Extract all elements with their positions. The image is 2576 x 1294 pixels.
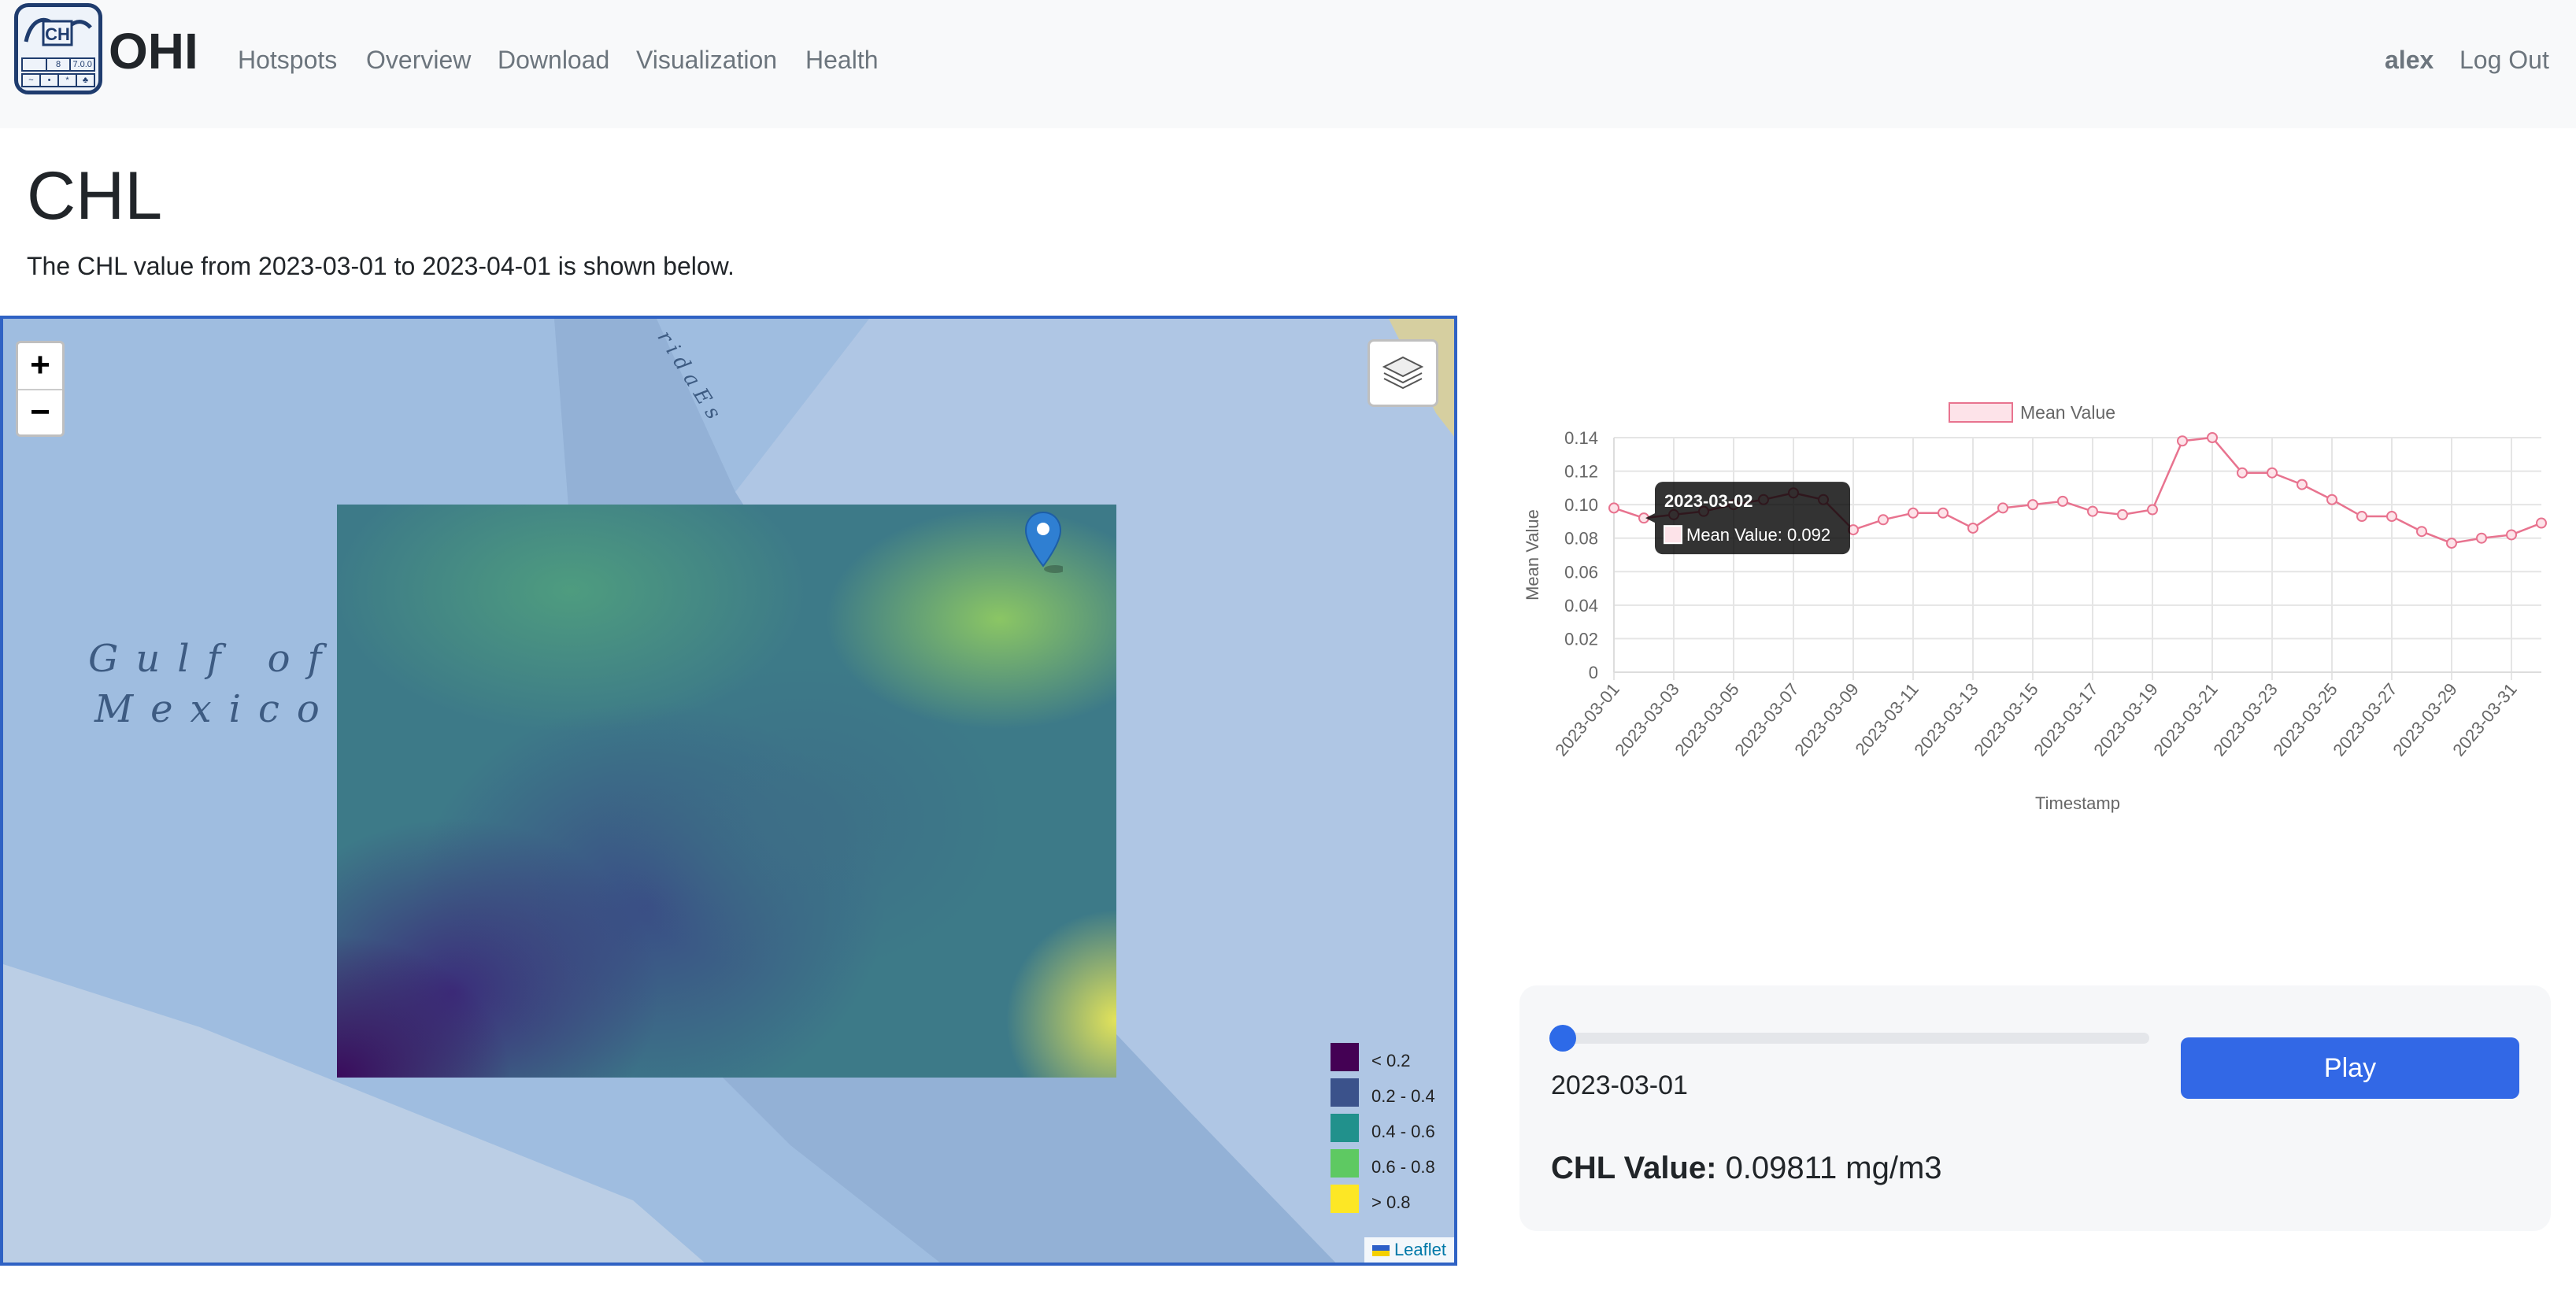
layers-button[interactable] (1368, 339, 1438, 407)
layers-icon (1382, 356, 1424, 390)
ohi-logo[interactable]: CH 8 7.0.0 ~ • * ♣ (14, 3, 102, 94)
legend-swatch (1331, 1149, 1359, 1178)
y-tick-label: 0.10 (1564, 495, 1598, 515)
data-point (1967, 522, 1978, 534)
y-axis-label: Mean Value (1523, 509, 1542, 601)
logo-icon-row: ~ • * ♣ (21, 73, 95, 87)
legend-row: 0.6 - 0.8 (1331, 1148, 1435, 1183)
data-point (2057, 495, 2068, 507)
mean-value-chart[interactable]: 00.020.040.060.080.100.120.142023-03-012… (1512, 386, 2551, 826)
page-title: CHL (27, 158, 163, 234)
data-point (2446, 538, 2457, 549)
legend-row: 0.2 - 0.4 (1331, 1077, 1435, 1112)
legend-label: < 0.2 (1371, 1051, 1411, 1070)
data-point (1878, 514, 1889, 526)
page-description: The CHL value from 2023-03-01 to 2023-04… (27, 252, 735, 280)
y-tick-label: 0.12 (1564, 462, 1598, 482)
zoom-control: + − (16, 341, 65, 437)
y-tick-label: 0.14 (1564, 428, 1598, 448)
chl-value-label: CHL Value: (1551, 1151, 1717, 1185)
map-attribution[interactable]: Leaflet (1364, 1237, 1454, 1263)
data-point (2177, 435, 2188, 447)
user-name: alex (2385, 46, 2434, 74)
nav-visualization[interactable]: Visualization (636, 46, 777, 75)
data-point (1908, 507, 1919, 519)
data-point (2117, 508, 2128, 520)
data-point (2237, 467, 2248, 479)
legend-swatch (1331, 1185, 1359, 1213)
zoom-in-button[interactable]: + (18, 343, 62, 390)
date-slider-thumb[interactable] (1549, 1025, 1576, 1052)
data-point (2147, 504, 2158, 516)
data-point (2207, 432, 2218, 443)
map-pin-icon[interactable] (1023, 511, 1063, 577)
tooltip-title: 2023-03-02 (1664, 491, 1753, 511)
nav-download[interactable]: Download (498, 46, 609, 75)
nav-health[interactable]: Health (805, 46, 879, 75)
tooltip-label: Mean Value: 0.092 (1686, 525, 1830, 545)
navbar: CH 8 7.0.0 ~ • * ♣ OHI Hotspots Overview Do… (0, 0, 2576, 128)
wave-logo-icon: CH (24, 17, 92, 46)
data-point (2536, 517, 2547, 529)
nav-overview[interactable]: Overview (366, 46, 471, 75)
data-point (2416, 526, 2427, 538)
legend-swatch (1331, 1078, 1359, 1107)
legend-swatch (1331, 1043, 1359, 1071)
play-button[interactable]: Play (2181, 1037, 2519, 1099)
x-axis-label: Timestamp (2035, 793, 2120, 813)
data-point (1608, 502, 1619, 514)
y-tick-label: 0 (1589, 663, 1598, 682)
map-legend: < 0.2 0.2 - 0.4 0.4 - 0.6 0.6 - 0.8 > 0.8 (1331, 1041, 1435, 1218)
legend-row: < 0.2 (1331, 1041, 1417, 1077)
data-point (1997, 502, 2008, 514)
date-slider-track[interactable] (1551, 1033, 2149, 1044)
current-date: 2023-03-01 (1551, 1070, 1688, 1100)
legend-swatch (1331, 1114, 1359, 1142)
logo-badge-row: 8 7.0.0 (21, 57, 95, 72)
data-point (1938, 507, 1949, 519)
ukraine-flag-icon (1371, 1245, 1390, 1257)
gulf-of-mexico-label: Gulf of Mexico (88, 637, 339, 731)
chl-raster-overlay (337, 505, 1116, 1078)
chart-legend-label: Mean Value (2020, 402, 2115, 423)
y-tick-label: 0.04 (1564, 596, 1598, 616)
legend-row: > 0.8 (1331, 1183, 1417, 1218)
chart-legend-swatch (1949, 402, 2013, 423)
legend-label: 0.4 - 0.6 (1371, 1122, 1435, 1141)
data-point (2356, 511, 2367, 523)
zoom-out-button[interactable]: − (18, 390, 62, 436)
data-point (2476, 532, 2487, 544)
logout-link[interactable]: Log Out (2459, 46, 2549, 75)
legend-label: 0.2 - 0.4 (1371, 1086, 1435, 1106)
legend-label: > 0.8 (1371, 1192, 1411, 1212)
data-point (2087, 505, 2098, 517)
nav-hotspots[interactable]: Hotspots (238, 46, 337, 75)
tooltip-swatch (1664, 525, 1682, 545)
y-tick-label: 0.06 (1564, 562, 1598, 582)
data-point (2386, 511, 2397, 523)
map[interactable]: r i d a E s Gulf of Mexico + − < 0.2 0.2 … (0, 316, 1457, 1266)
playback-card: 2023-03-01 Play CHL Value: 0.09811 mg/m3 (1519, 985, 2551, 1231)
legend-row: 0.4 - 0.6 (1331, 1112, 1435, 1148)
data-point (2326, 494, 2337, 505)
y-tick-label: 0.08 (1564, 529, 1598, 549)
chl-value: 0.09811 mg/m3 (1725, 1151, 1942, 1185)
svg-text:CH: CH (45, 24, 70, 44)
data-point (2267, 467, 2278, 479)
data-point (2027, 499, 2038, 511)
brand-name[interactable]: OHI (109, 22, 198, 80)
data-point (2297, 479, 2308, 490)
chl-value-readout: CHL Value: 0.09811 mg/m3 (1551, 1151, 1942, 1186)
y-tick-label: 0.02 (1564, 629, 1598, 649)
legend-label: 0.6 - 0.8 (1371, 1157, 1435, 1177)
data-point (2506, 529, 2517, 541)
